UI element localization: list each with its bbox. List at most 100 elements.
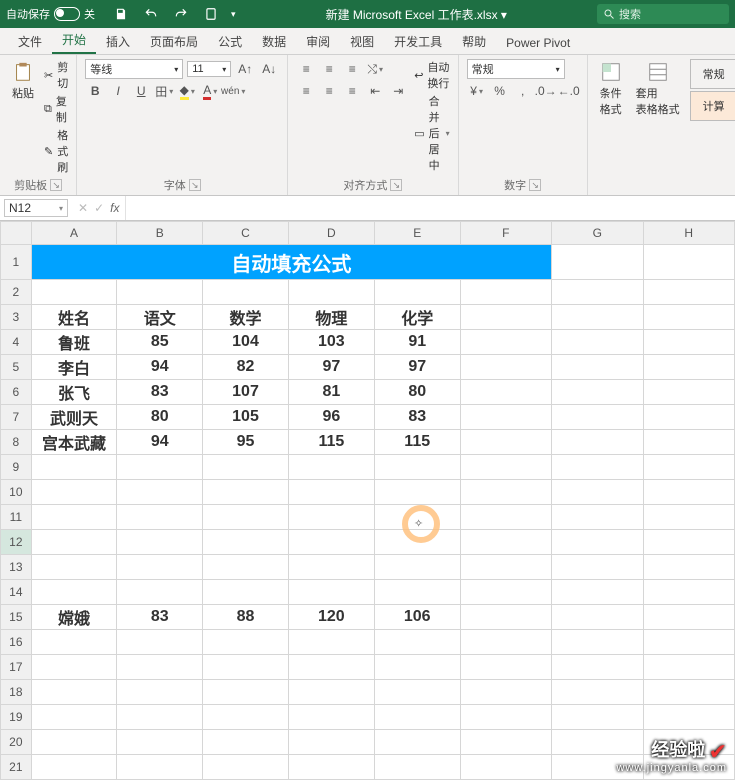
cell[interactable] xyxy=(374,755,460,780)
cell[interactable]: 83 xyxy=(117,380,203,405)
save-icon[interactable] xyxy=(111,4,131,24)
cell[interactable] xyxy=(643,505,735,530)
cell[interactable]: 80 xyxy=(374,380,460,405)
cell[interactable] xyxy=(552,245,643,280)
cell[interactable] xyxy=(374,680,460,705)
cell[interactable] xyxy=(460,630,551,655)
bold-button[interactable]: B xyxy=(85,81,105,101)
cell[interactable]: 嫦娥 xyxy=(31,605,117,630)
cell[interactable] xyxy=(117,630,203,655)
tab-file[interactable]: 文件 xyxy=(8,29,52,54)
font-family-combo[interactable]: 等线▾ xyxy=(85,59,183,79)
cell[interactable] xyxy=(117,480,203,505)
cell[interactable] xyxy=(203,705,289,730)
touch-icon[interactable] xyxy=(201,4,221,24)
row-header[interactable]: 6 xyxy=(1,380,32,405)
cell[interactable] xyxy=(460,430,551,455)
cell[interactable]: 数学 xyxy=(203,305,289,330)
cell[interactable] xyxy=(288,555,374,580)
tab-insert[interactable]: 插入 xyxy=(96,29,140,54)
cell[interactable] xyxy=(552,605,643,630)
cell[interactable] xyxy=(643,655,735,680)
row-header[interactable]: 1 xyxy=(1,245,32,280)
cell[interactable] xyxy=(117,280,203,305)
cell[interactable]: 85 xyxy=(117,330,203,355)
cell[interactable] xyxy=(643,530,735,555)
row-header[interactable]: 19 xyxy=(1,705,32,730)
name-box[interactable]: N12▾ xyxy=(4,199,68,217)
row-header[interactable]: 10 xyxy=(1,480,32,505)
cell[interactable]: 宫本武藏 xyxy=(31,430,117,455)
cell[interactable]: 语文 xyxy=(117,305,203,330)
cell[interactable] xyxy=(288,455,374,480)
cell[interactable] xyxy=(203,455,289,480)
cell[interactable] xyxy=(460,655,551,680)
cell[interactable] xyxy=(643,580,735,605)
cell[interactable] xyxy=(552,330,643,355)
cell[interactable] xyxy=(288,705,374,730)
cell[interactable]: 83 xyxy=(374,405,460,430)
cell[interactable] xyxy=(117,680,203,705)
cell[interactable] xyxy=(460,505,551,530)
cell[interactable] xyxy=(288,630,374,655)
cell[interactable] xyxy=(643,630,735,655)
cell[interactable] xyxy=(460,555,551,580)
align-bottom-icon[interactable]: ≡ xyxy=(342,59,362,79)
cell[interactable]: 姓名 xyxy=(31,305,117,330)
paste-button[interactable]: 粘贴 xyxy=(8,59,38,103)
autosave-toggle[interactable]: 自动保存 关 xyxy=(6,6,95,22)
cell[interactable] xyxy=(460,280,551,305)
style-calc[interactable]: 计算 xyxy=(690,91,735,121)
row-header[interactable]: 7 xyxy=(1,405,32,430)
cell[interactable] xyxy=(31,755,117,780)
cell[interactable] xyxy=(374,505,460,530)
cell[interactable] xyxy=(31,655,117,680)
row-header[interactable]: 4 xyxy=(1,330,32,355)
cell[interactable] xyxy=(31,705,117,730)
cell[interactable] xyxy=(552,355,643,380)
cell[interactable]: 物理 xyxy=(288,305,374,330)
cell[interactable] xyxy=(552,630,643,655)
cell[interactable] xyxy=(643,245,735,280)
cell[interactable]: 120 xyxy=(288,605,374,630)
cell[interactable] xyxy=(374,730,460,755)
cell[interactable]: 自动填充公式 xyxy=(31,245,551,280)
cell[interactable] xyxy=(374,580,460,605)
cell[interactable] xyxy=(460,730,551,755)
cell[interactable] xyxy=(288,505,374,530)
underline-button[interactable]: U xyxy=(131,81,151,101)
cell[interactable] xyxy=(552,580,643,605)
cell[interactable] xyxy=(203,505,289,530)
wrap-text-button[interactable]: ↩自动换行 xyxy=(414,59,449,91)
cell[interactable] xyxy=(460,605,551,630)
cancel-icon[interactable]: ✕ xyxy=(78,201,88,215)
fill-color-button[interactable]: ◆ xyxy=(177,81,197,101)
cell[interactable] xyxy=(460,380,551,405)
row-header[interactable]: 14 xyxy=(1,580,32,605)
merge-center-button[interactable]: ▭合并后居中 xyxy=(414,93,449,173)
inc-decimal-icon[interactable]: .0→ xyxy=(536,81,556,101)
cell[interactable] xyxy=(643,680,735,705)
cell[interactable] xyxy=(643,355,735,380)
dec-decimal-icon[interactable]: ←.0 xyxy=(559,81,579,101)
cell[interactable]: 94 xyxy=(117,355,203,380)
cell[interactable] xyxy=(117,505,203,530)
cell[interactable] xyxy=(288,755,374,780)
cell[interactable]: 91 xyxy=(374,330,460,355)
cell[interactable]: 97 xyxy=(288,355,374,380)
border-button[interactable]: 田 xyxy=(154,81,174,101)
row-header[interactable]: 21 xyxy=(1,755,32,780)
cell[interactable] xyxy=(203,630,289,655)
cell[interactable] xyxy=(117,755,203,780)
cell[interactable] xyxy=(552,655,643,680)
cell[interactable] xyxy=(643,380,735,405)
cond-format-button[interactable]: 条件格式 xyxy=(596,59,626,119)
cell[interactable] xyxy=(117,730,203,755)
cell[interactable] xyxy=(374,630,460,655)
select-all-corner[interactable] xyxy=(1,222,32,245)
col-header[interactable]: F xyxy=(460,222,551,245)
cell[interactable]: 武则天 xyxy=(31,405,117,430)
copy-button[interactable]: ⧉复制 xyxy=(44,93,68,125)
cell[interactable]: 104 xyxy=(203,330,289,355)
cell[interactable] xyxy=(288,730,374,755)
